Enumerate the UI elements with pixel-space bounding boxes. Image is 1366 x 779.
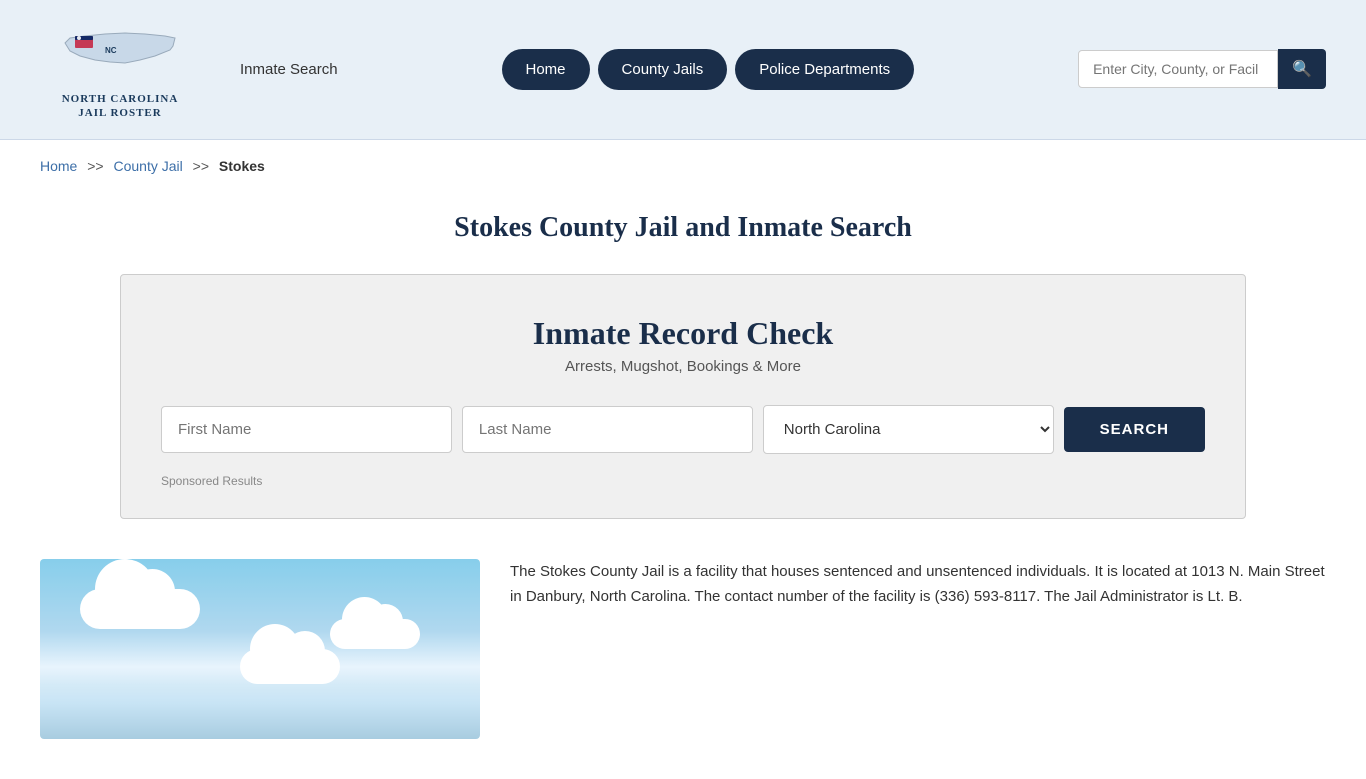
breadcrumb-home-link[interactable]: Home	[40, 158, 77, 174]
logo-area: NC NORTH CAROLINA JAIL ROSTER	[40, 18, 200, 121]
main-nav: Home County Jails Police Departments	[368, 49, 1049, 90]
breadcrumb-sep-1: >>	[87, 158, 103, 174]
record-check-subtitle: Arrests, Mugshot, Bookings & More	[161, 358, 1205, 375]
sponsored-label: Sponsored Results	[161, 474, 1205, 488]
inmate-search-form: North Carolina SEARCH	[161, 405, 1205, 454]
breadcrumb-sep-2: >>	[193, 158, 209, 174]
breadcrumb: Home >> County Jail >> Stokes	[0, 140, 1366, 192]
breadcrumb-current: Stokes	[219, 158, 265, 174]
nav-home-button[interactable]: Home	[502, 49, 590, 90]
inmate-search-button[interactable]: SEARCH	[1064, 407, 1205, 452]
content-section: The Stokes County Jail is a facility tha…	[0, 559, 1366, 779]
header-search-input[interactable]	[1078, 50, 1278, 88]
header-search-button[interactable]: 🔍	[1278, 49, 1326, 89]
logo-image: NC	[55, 18, 185, 88]
inmate-search-link[interactable]: Inmate Search	[240, 61, 338, 78]
facility-description: The Stokes County Jail is a facility tha…	[510, 559, 1326, 610]
logo-text: NORTH CAROLINA JAIL ROSTER	[62, 92, 179, 121]
search-icon: 🔍	[1292, 61, 1312, 78]
svg-text:NC: NC	[105, 46, 117, 55]
first-name-input[interactable]	[161, 406, 452, 453]
cloud-1	[80, 589, 200, 629]
header-search-area: 🔍	[1078, 49, 1326, 89]
record-check-title: Inmate Record Check	[161, 315, 1205, 352]
page-title-area: Stokes County Jail and Inmate Search	[0, 192, 1366, 274]
breadcrumb-county-jail-link[interactable]: County Jail	[114, 158, 183, 174]
record-check-box: Inmate Record Check Arrests, Mugshot, Bo…	[120, 274, 1246, 519]
cloud-3	[240, 649, 340, 684]
state-select[interactable]: North Carolina	[763, 405, 1054, 454]
nav-county-jails-button[interactable]: County Jails	[598, 49, 728, 90]
facility-image	[40, 559, 480, 739]
cloud-2	[330, 619, 420, 649]
nav-police-departments-button[interactable]: Police Departments	[735, 49, 914, 90]
page-title: Stokes County Jail and Inmate Search	[40, 212, 1326, 244]
last-name-input[interactable]	[462, 406, 753, 453]
site-header: NC NORTH CAROLINA JAIL ROSTER Inmate Sea…	[0, 0, 1366, 140]
